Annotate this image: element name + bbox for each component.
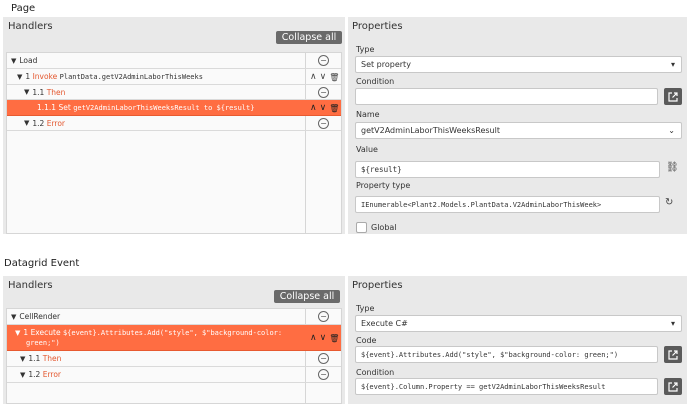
open-editor-button[interactable] <box>664 88 682 105</box>
tree-row-set-selected[interactable]: 1.1.1 Set getV2AdminLaborThisWeeksResult… <box>7 100 341 116</box>
tree-row-num: 1 <box>25 72 31 81</box>
tree-row-invoke[interactable]: ▼ 1 Invoke PlantData.getV2AdminLaborThis… <box>7 69 341 85</box>
refresh-icon[interactable]: ↻ <box>665 197 673 208</box>
trash-icon[interactable]: 🗑 <box>329 334 339 343</box>
type-select-value: Execute C# <box>361 319 408 328</box>
tree-row-code: ${event}.Attributes.Add("style", $"backg… <box>62 328 283 337</box>
tree-row-then[interactable]: ▼ 1.1 Then − <box>7 85 341 100</box>
add-circle-icon[interactable]: − <box>318 118 329 129</box>
tree-row-num: 1.1.1 <box>37 103 57 112</box>
tree-row-num: 1.1 <box>32 87 45 97</box>
condition-label: Condition <box>356 368 395 377</box>
tree-row-num: 1.2 <box>28 370 41 379</box>
name-select-value: getV2AdminLaborThisWeeksResult <box>361 126 500 135</box>
tree-row-label: Load <box>19 56 38 65</box>
tree-row-code: getV2AdminLaborThisWeeksResult to ${resu… <box>73 103 255 112</box>
expand-triangle-icon[interactable]: ▼ <box>15 329 20 337</box>
move-up-icon[interactable]: ∧ <box>310 72 317 82</box>
tree-row-keyword: Error <box>46 118 65 128</box>
expand-triangle-icon[interactable]: ▼ <box>24 119 29 127</box>
property-type-input[interactable]: IEnumerable<Plant2.Models.PlantData.V2Ad… <box>355 196 660 213</box>
trash-icon[interactable]: 🗑 <box>329 104 339 113</box>
tree-row-num: 1 <box>23 328 29 337</box>
expand-triangle-icon[interactable]: ▼ <box>20 371 25 379</box>
move-up-icon[interactable]: ∧ <box>310 333 317 343</box>
tree-row-label: CellRender <box>19 312 61 321</box>
type-label: Type <box>356 304 375 313</box>
datagrid-properties-panel: Properties Type Execute C# ▾ Code ${even… <box>348 276 687 404</box>
tree-row-cellrender[interactable]: ▼ CellRender − <box>7 309 341 325</box>
tree-row-error[interactable]: ▼ 1.2 Error − <box>7 367 341 383</box>
move-down-icon[interactable]: ∨ <box>320 72 327 82</box>
handlers-tree: ▼ CellRender − ▼ 1 Execute ${event}.Attr… <box>6 308 342 404</box>
tree-row-execute-selected[interactable]: ▼ 1 Execute ${event}.Attributes.Add("sty… <box>7 325 341 351</box>
page-handlers-panel: Handlers Collapse all ▼ Load − ▼ 1 Invok… <box>3 17 345 234</box>
tree-row-num: 1.2 <box>32 118 45 128</box>
handlers-title: Handlers <box>8 21 53 32</box>
expand-triangle-icon[interactable]: ▼ <box>11 57 16 65</box>
external-link-icon <box>668 91 678 102</box>
code-label: Code <box>356 336 377 345</box>
external-link-icon <box>668 381 678 392</box>
global-label: Global <box>371 223 397 232</box>
type-select[interactable]: Set property ▾ <box>355 56 682 73</box>
add-circle-icon[interactable]: − <box>318 353 329 364</box>
tree-row-code-continued: green;") <box>26 339 60 347</box>
type-label: Type <box>356 45 375 54</box>
handlers-title: Handlers <box>8 280 53 291</box>
type-select-value: Set property <box>361 60 411 69</box>
chevron-down-icon: ⌄ <box>668 126 675 135</box>
tree-row-load[interactable]: ▼ Load − <box>7 53 341 69</box>
expand-triangle-icon[interactable]: ▼ <box>24 88 29 96</box>
tree-row-code: PlantData.getV2AdminLaborThisWeeks <box>59 72 203 81</box>
datagrid-handlers-panel: Handlers Collapse all ▼ CellRender − ▼ 1… <box>3 276 345 404</box>
property-type-label: Property type <box>356 181 411 190</box>
global-checkbox[interactable] <box>356 222 367 233</box>
dropdown-arrow-icon: ▾ <box>670 60 675 69</box>
tree-row-keyword: Then <box>42 354 62 363</box>
type-select[interactable]: Execute C# ▾ <box>355 315 682 332</box>
expand-triangle-icon[interactable]: ▼ <box>17 73 22 81</box>
move-up-icon[interactable]: ∧ <box>310 103 317 113</box>
link-icon[interactable]: ⛓ <box>666 162 679 173</box>
condition-label: Condition <box>356 77 395 86</box>
add-circle-icon[interactable]: − <box>318 311 329 322</box>
add-circle-icon[interactable]: − <box>318 55 329 66</box>
condition-input[interactable] <box>355 88 658 105</box>
page-properties-panel: Properties Type Set property ▾ Condition… <box>348 17 687 234</box>
value-label: Value <box>356 145 378 154</box>
tree-row-error[interactable]: ▼ 1.2 Error − <box>7 116 341 131</box>
code-input[interactable]: ${event}.Attributes.Add("style", $"backg… <box>355 346 658 363</box>
handlers-tree: ▼ Load − ▼ 1 Invoke PlantData.getV2Admin… <box>6 52 342 234</box>
value-input[interactable]: ${result} <box>355 161 660 178</box>
tree-row-keyword: Set <box>58 103 71 112</box>
expand-triangle-icon[interactable]: ▼ <box>20 355 25 363</box>
tree-row-keyword: Error <box>42 370 61 379</box>
trash-icon[interactable]: 🗑 <box>329 73 339 82</box>
collapse-all-button[interactable]: Collapse all <box>276 31 342 44</box>
tree-row-then[interactable]: ▼ 1.1 Then − <box>7 351 341 367</box>
name-select[interactable]: getV2AdminLaborThisWeeksResult ⌄ <box>355 122 682 139</box>
page-section-title: Page <box>11 3 36 14</box>
add-circle-icon[interactable]: − <box>318 369 329 380</box>
move-down-icon[interactable]: ∨ <box>320 333 327 343</box>
dropdown-arrow-icon: ▾ <box>670 319 675 328</box>
tree-row-keyword: Execute <box>30 328 61 337</box>
external-link-icon <box>668 349 678 360</box>
condition-input[interactable]: ${event}.Column.Property == getV2AdminLa… <box>355 378 658 395</box>
tree-row-keyword: Then <box>46 87 66 97</box>
collapse-all-button[interactable]: Collapse all <box>274 290 340 303</box>
tree-row-num: 1.1 <box>28 354 41 363</box>
move-down-icon[interactable]: ∨ <box>320 103 327 113</box>
datagrid-section-title: Datagrid Event <box>4 258 80 269</box>
name-label: Name <box>356 110 380 119</box>
properties-title: Properties <box>352 280 403 291</box>
tree-row-keyword: Invoke <box>32 72 58 81</box>
properties-title: Properties <box>352 21 403 32</box>
open-editor-button[interactable] <box>664 346 682 363</box>
add-circle-icon[interactable]: − <box>318 87 329 98</box>
open-editor-button[interactable] <box>664 378 682 395</box>
expand-triangle-icon[interactable]: ▼ <box>11 313 16 321</box>
